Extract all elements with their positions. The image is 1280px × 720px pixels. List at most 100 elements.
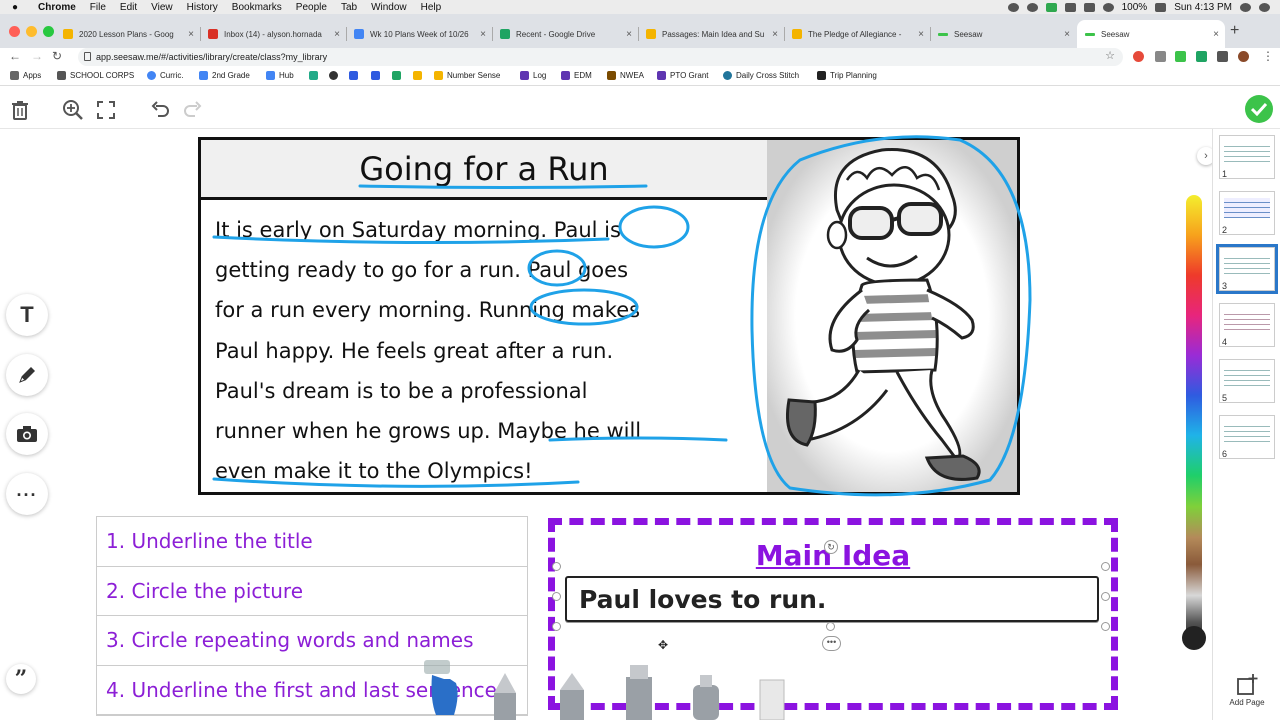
back-icon[interactable]: ← [9,49,21,63]
close-tab-icon[interactable]: × [1064,29,1070,40]
wifi-icon[interactable] [1102,2,1114,12]
resize-handle[interactable] [1101,592,1110,601]
menu-item[interactable]: File [90,2,106,13]
profile-avatar[interactable] [1238,51,1249,62]
menu-item[interactable]: Window [371,2,407,13]
text-tool-button[interactable]: T [6,294,48,336]
bookmark-item[interactable] [392,71,405,80]
browser-tab[interactable]: 2020 Lesson Plans - Goog × [55,20,200,48]
new-tab-icon[interactable]: + [1230,22,1239,40]
bookmark-item[interactable]: NWEA [607,71,644,80]
extension-icon[interactable] [1155,51,1166,62]
search-icon[interactable] [1240,2,1251,12]
bookmark-item[interactable]: Daily Cross Stitch [723,71,799,80]
main-idea-answer-field[interactable]: Paul loves to run. [565,576,1099,622]
bookmark-item[interactable]: Number Sense [434,71,500,80]
bluetooth-icon[interactable] [1083,2,1095,12]
add-page-button[interactable]: Add Page [1225,674,1269,707]
undo-button[interactable] [147,97,173,123]
bookmark-item[interactable]: SCHOOL CORPS [57,71,134,80]
options-dots-icon[interactable]: ••• [822,636,841,651]
apple-menu-icon[interactable]: ● [12,2,24,13]
menu-app-name[interactable]: Chrome [38,2,76,13]
app-status-icon[interactable] [1045,2,1057,12]
menu-item[interactable]: Bookmarks [232,2,282,13]
browser-tab[interactable]: The Pledge of Allegiance - × [784,20,930,48]
sync-icon[interactable] [1026,2,1038,12]
bookmark-item[interactable] [413,71,426,80]
extensions-puzzle-icon[interactable] [1217,51,1228,62]
browser-tab[interactable]: Inbox (14) - alyson.hornada × [200,20,346,48]
browser-tab[interactable]: Seesaw × [930,20,1076,48]
browser-tab[interactable]: Wk 10 Plans Week of 10/26 × [346,20,492,48]
browser-tab[interactable]: Recent - Google Drive × [492,20,638,48]
resize-handle[interactable] [1101,622,1110,631]
close-tab-icon[interactable]: × [480,29,486,40]
bookmark-item[interactable] [349,71,362,80]
browser-tab[interactable]: Passages: Main Idea and Su × [638,20,784,48]
close-window-icon[interactable] [9,26,20,37]
bookmark-item[interactable]: Log [520,71,546,80]
reload-icon[interactable]: ↻ [52,49,62,63]
redo-button[interactable] [180,97,206,123]
bookmark-item[interactable]: Trip Planning [817,71,877,80]
browser-tab-active[interactable]: Seesaw × [1077,20,1225,48]
bookmark-item[interactable] [371,71,384,80]
menu-item[interactable]: View [151,2,173,13]
zoom-in-button[interactable] [60,97,86,123]
page-thumbnail[interactable]: 1 [1219,135,1275,179]
extension-icon[interactable] [1133,51,1144,62]
resize-handle[interactable] [1101,562,1110,571]
close-tab-icon[interactable]: × [918,29,924,40]
rotate-icon[interactable]: ↻ [824,540,838,554]
bookmark-item[interactable]: 2nd Grade [199,71,250,80]
pen-tool-button[interactable] [6,354,48,396]
bookmark-item[interactable]: EDM [561,71,592,80]
close-tab-icon[interactable]: × [626,29,632,40]
more-tools-button[interactable]: ... [6,473,48,515]
menu-item[interactable]: History [187,2,218,13]
page-thumbnail[interactable]: 2 [1219,191,1275,235]
page-thumbnail-selected[interactable]: 3 [1216,244,1278,294]
close-tab-icon[interactable]: × [334,29,340,40]
bookmark-item[interactable]: Hub [266,71,294,80]
extension-icon[interactable] [1196,51,1207,62]
page-thumbnail[interactable]: 4 [1219,303,1275,347]
clock[interactable]: Sun 4:13 PM [1174,2,1232,13]
address-bar[interactable]: app.seesaw.me/#/activities/library/creat… [78,48,1123,66]
menu-item[interactable]: Edit [120,2,137,13]
fit-screen-button[interactable] [93,97,119,123]
extension-icon[interactable] [1175,51,1186,62]
close-tab-icon[interactable]: × [772,29,778,40]
zoom-window-icon[interactable] [43,26,54,37]
control-center-icon[interactable] [1259,2,1270,12]
bookmark-item[interactable] [329,71,342,80]
close-tab-icon[interactable]: × [188,29,194,40]
close-tab-icon[interactable]: × [1213,29,1219,40]
trash-button[interactable] [7,97,33,123]
battery-icon[interactable] [1155,2,1167,12]
menu-extra-icon[interactable] [1064,2,1076,12]
bookmark-item[interactable]: PTO Grant [657,71,709,80]
resize-handle[interactable] [552,592,561,601]
page-thumbnail[interactable]: 5 [1219,359,1275,403]
menu-item[interactable]: Tab [341,2,357,13]
bookmark-star-icon[interactable]: ☆ [1105,49,1115,62]
resize-handle[interactable] [826,622,835,631]
bookmark-item[interactable] [309,71,322,80]
screen-record-icon[interactable] [1007,2,1019,12]
resize-handle[interactable] [552,622,561,631]
minimize-window-icon[interactable] [26,26,37,37]
bookmark-item[interactable]: Apps [10,71,41,80]
menu-item[interactable]: People [296,2,327,13]
color-picker-slider[interactable] [1186,195,1202,640]
camera-tool-button[interactable] [6,413,48,455]
page-thumbnail[interactable]: 6 [1219,415,1275,459]
resize-handle[interactable] [552,562,561,571]
quote-button[interactable]: ” [6,664,36,694]
forward-icon[interactable]: → [31,49,43,63]
more-menu-icon[interactable]: ⋮ [1262,49,1274,63]
reading-passage[interactable]: Going for a Run It is early on Saturday … [198,137,1020,495]
selected-color-swatch[interactable] [1182,626,1206,650]
bookmark-item[interactable]: Curric. [147,71,184,80]
